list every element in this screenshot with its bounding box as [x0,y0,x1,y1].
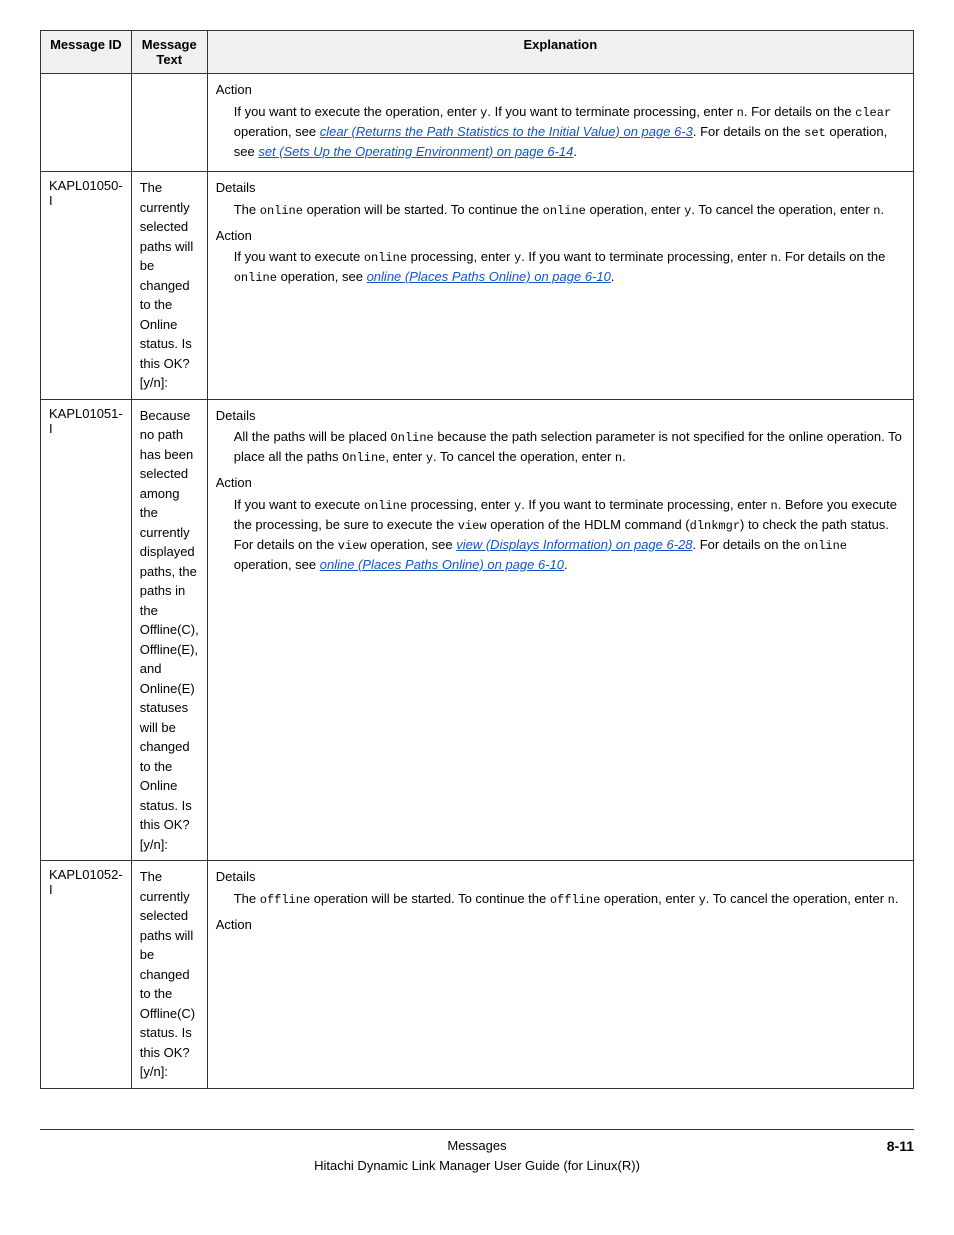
section-label-details: Details [216,406,905,426]
cell-msgid: KAPL01052-I [41,861,132,1089]
cell-explanation: Details The online operation will be sta… [207,172,913,400]
message-text: Because no path has been selected among … [140,408,199,852]
cell-msgtext: Because no path has been selected among … [131,399,207,861]
header-explanation: Explanation [207,31,913,74]
footer-document-title: Hitachi Dynamic Link Manager User Guide … [40,1158,914,1173]
link-online-6-10[interactable]: online (Places Paths Online) on page 6-1… [367,269,611,284]
message-text: The currently selected paths will be cha… [140,180,193,390]
cell-msgid: KAPL01050-I [41,172,132,400]
table-row: Action If you want to execute the operat… [41,74,914,172]
link-online-6-10-b[interactable]: online (Places Paths Online) on page 6-1… [320,557,564,572]
cell-explanation: Details The offline operation will be st… [207,861,913,1089]
message-id: KAPL01050-I [49,178,123,208]
header-message-id: Message ID [41,31,132,74]
explanation-action: If you want to execute online processing… [234,247,905,287]
explanation-content: If you want to execute the operation, en… [234,102,905,162]
cell-msgid [41,74,132,172]
message-id: KAPL01052-I [49,867,123,897]
footer-center: Messages [447,1138,506,1153]
table-row: KAPL01050-I The currently selected paths… [41,172,914,400]
section-label-action: Action [216,226,905,246]
cell-msgtext [131,74,207,172]
cell-explanation: Action If you want to execute the operat… [207,74,913,172]
table-row: KAPL01052-I The currently selected paths… [41,861,914,1089]
link-view-6-28[interactable]: view (Displays Information) on page 6-28 [456,537,692,552]
explanation-details: The online operation will be started. To… [234,200,905,220]
table-row: KAPL01051-I Because no path has been sel… [41,399,914,861]
section-label-action: Action [216,473,905,493]
explanation-action: If you want to execute online processing… [234,495,905,575]
section-label: Action [216,80,905,100]
explanation-details: The offline operation will be started. T… [234,889,905,909]
footer: Messages 8-11 [40,1129,914,1154]
cell-msgtext: The currently selected paths will be cha… [131,172,207,400]
section-label-details: Details [216,867,905,887]
cell-msgtext: The currently selected paths will be cha… [131,861,207,1089]
section-label-details: Details [216,178,905,198]
cell-explanation: Details All the paths will be placed Onl… [207,399,913,861]
message-text: The currently selected paths will be cha… [140,869,195,1079]
footer-page-number: 8-11 [887,1138,914,1154]
explanation-details: All the paths will be placed Online beca… [234,427,905,467]
main-table: Message ID Message Text Explanation Acti… [40,30,914,1089]
link-clear[interactable]: clear (Returns the Path Statistics to th… [320,124,693,139]
message-id: KAPL01051-I [49,406,123,436]
cell-msgid: KAPL01051-I [41,399,132,861]
link-set[interactable]: set (Sets Up the Operating Environment) … [258,144,573,159]
footer-messages-label: Messages [447,1138,506,1153]
section-label-action: Action [216,915,905,935]
header-message-text: Message Text [131,31,207,74]
